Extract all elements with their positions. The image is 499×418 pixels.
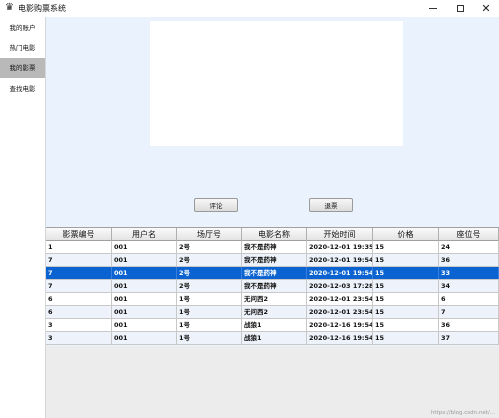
cell-price: 15	[373, 293, 439, 305]
window-title: 电影购票系统	[18, 4, 66, 13]
cell-hall: 1号	[177, 319, 242, 331]
cell-price: 15	[373, 306, 439, 318]
table-empty-area: https://blog.csdn.net/...	[46, 346, 499, 418]
minimize-icon	[429, 8, 437, 9]
column-header-ticket-id[interactable]: 影票编号	[46, 228, 112, 241]
cell-price: 15	[373, 319, 439, 331]
cell-hall: 2号	[177, 267, 242, 279]
table-row[interactable]: 3 001 1号 战狼1 2020-12-16 19:54:... 15 36	[46, 319, 499, 332]
cell-seat: 24	[439, 241, 499, 253]
cell-start-time: 2020-12-01 19:54:...	[307, 254, 373, 266]
cell-hall: 1号	[177, 332, 242, 344]
table-header: 影票编号 用户名 场厅号 电影名称 开始时间 价格 座位号	[46, 227, 499, 241]
cell-hall: 2号	[177, 241, 242, 253]
cell-hall: 2号	[177, 254, 242, 266]
maximize-icon	[456, 5, 464, 12]
sidebar-item-my-tickets[interactable]: 我的影票	[0, 58, 45, 78]
sidebar-item-hot-movies[interactable]: 热门电影	[0, 38, 45, 58]
main-panel: 评论 退票 影票编号 用户名 场厅号 电影名称 开始时间 价格 座位号 1 00…	[46, 17, 499, 418]
cell-price: 15	[373, 332, 439, 344]
cell-movie-name: 我不是药神	[242, 267, 307, 279]
sidebar-item-search-movies[interactable]: 查找电影	[0, 79, 45, 99]
column-header-movie-name[interactable]: 电影名称	[242, 228, 307, 241]
cell-movie-name: 战狼1	[242, 332, 307, 344]
cell-price: 15	[373, 241, 439, 253]
cell-username: 001	[112, 293, 177, 305]
comment-button[interactable]: 评论	[194, 198, 238, 212]
cell-seat: 36	[439, 319, 499, 331]
cell-movie-name: 我不是药神	[242, 254, 307, 266]
close-icon: ✕	[481, 2, 491, 15]
app-window: ♛ 电影购票系统 ✕ 我的账户 热门电影 我的影票 查找电影 评论 退票 影票编…	[0, 0, 499, 418]
cell-ticket-id: 6	[46, 293, 112, 305]
watermark: https://blog.csdn.net/...	[430, 410, 495, 416]
table-row[interactable]: 6 001 1号 无问西2 2020-12-01 23:54:... 15 7	[46, 306, 499, 319]
cell-ticket-id: 7	[46, 254, 112, 266]
cell-movie-name: 无问西2	[242, 306, 307, 318]
refund-button[interactable]: 退票	[309, 198, 353, 212]
title-bar: ♛ 电影购票系统 ✕	[0, 0, 499, 17]
cell-start-time: 2020-12-01 23:54:...	[307, 293, 373, 305]
cell-username: 001	[112, 306, 177, 318]
close-button[interactable]: ✕	[473, 0, 499, 17]
table-row[interactable]: 7 001 2号 我不是药神 2020-12-03 17:28:... 15 3…	[46, 280, 499, 293]
table-row-selected[interactable]: 7 001 2号 我不是药神 2020-12-01 19:54:... 15 3…	[46, 267, 499, 280]
cell-movie-name: 战狼1	[242, 319, 307, 331]
sidebar-item-my-account[interactable]: 我的账户	[0, 18, 45, 38]
cell-username: 001	[112, 332, 177, 344]
cell-ticket-id: 3	[46, 332, 112, 344]
cell-start-time: 2020-12-03 17:28:...	[307, 280, 373, 292]
cell-username: 001	[112, 319, 177, 331]
cell-ticket-id: 3	[46, 319, 112, 331]
column-header-hall[interactable]: 场厅号	[177, 228, 242, 241]
column-header-price[interactable]: 价格	[373, 228, 439, 241]
cell-username: 001	[112, 241, 177, 253]
cell-ticket-id: 6	[46, 306, 112, 318]
maximize-button[interactable]	[447, 0, 473, 17]
cell-movie-name: 我不是药神	[242, 241, 307, 253]
cell-price: 15	[373, 267, 439, 279]
column-header-username[interactable]: 用户名	[112, 228, 177, 241]
cell-start-time: 2020-12-01 19:35:...	[307, 241, 373, 253]
table-row[interactable]: 3 001 1号 战狼1 2020-12-16 19:54:... 15 37	[46, 332, 499, 345]
preview-panel	[150, 21, 403, 146]
table-row[interactable]: 6 001 1号 无问西2 2020-12-01 23:54:... 15 6	[46, 293, 499, 306]
sidebar: 我的账户 热门电影 我的影票 查找电影	[0, 17, 46, 418]
cell-username: 001	[112, 254, 177, 266]
column-header-seat[interactable]: 座位号	[439, 228, 499, 241]
cell-seat: 34	[439, 280, 499, 292]
cell-ticket-id: 1	[46, 241, 112, 253]
cell-seat: 36	[439, 254, 499, 266]
cell-start-time: 2020-12-01 19:54:...	[307, 267, 373, 279]
cell-price: 15	[373, 254, 439, 266]
cell-start-time: 2020-12-16 19:54:...	[307, 332, 373, 344]
cell-ticket-id: 7	[46, 280, 112, 292]
minimize-button[interactable]	[420, 0, 446, 17]
cell-hall: 1号	[177, 293, 242, 305]
cell-ticket-id: 7	[46, 267, 112, 279]
table-row[interactable]: 7 001 2号 我不是药神 2020-12-01 19:54:... 15 3…	[46, 254, 499, 267]
column-header-start-time[interactable]: 开始时间	[307, 228, 373, 241]
cell-username: 001	[112, 280, 177, 292]
app-icon: ♛	[5, 2, 14, 13]
cell-movie-name: 无问西2	[242, 293, 307, 305]
cell-seat: 33	[439, 267, 499, 279]
cell-price: 15	[373, 280, 439, 292]
cell-seat: 6	[439, 293, 499, 305]
cell-seat: 37	[439, 332, 499, 344]
cell-start-time: 2020-12-16 19:54:...	[307, 319, 373, 331]
cell-hall: 2号	[177, 280, 242, 292]
cell-hall: 1号	[177, 306, 242, 318]
cell-username: 001	[112, 267, 177, 279]
table-row[interactable]: 1 001 2号 我不是药神 2020-12-01 19:35:... 15 2…	[46, 241, 499, 254]
cell-start-time: 2020-12-01 23:54:...	[307, 306, 373, 318]
cell-seat: 7	[439, 306, 499, 318]
cell-movie-name: 我不是药神	[242, 280, 307, 292]
